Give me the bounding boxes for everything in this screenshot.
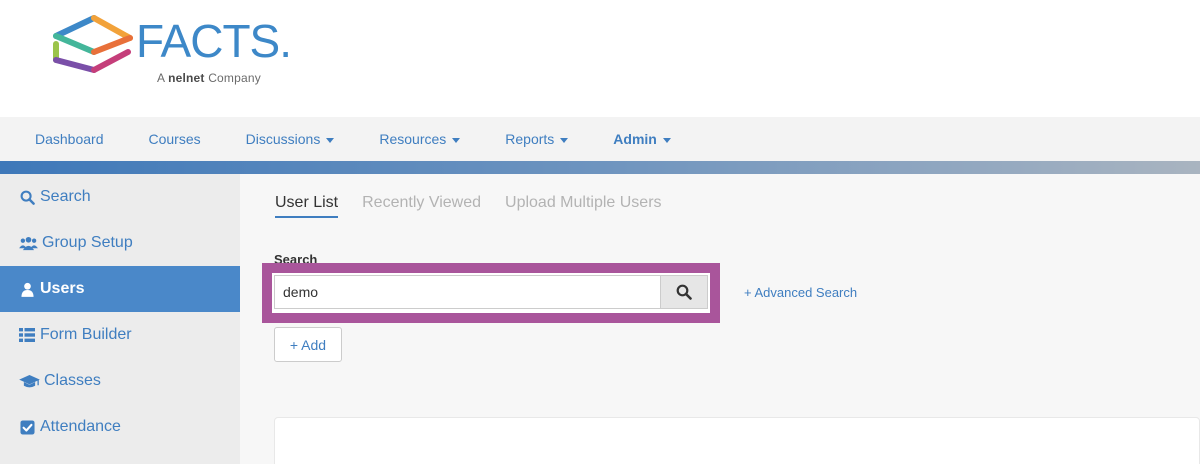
users-group-icon	[18, 235, 38, 251]
logo-tagline: A nelnet Company	[157, 71, 261, 85]
list-icon	[18, 327, 36, 343]
sidebar-item-form-builder[interactable]: Form Builder	[0, 312, 240, 358]
sidebar-item-search[interactable]: Search	[0, 174, 240, 220]
sidebar-item-label: Users	[40, 280, 85, 297]
chevron-down-icon	[662, 137, 671, 143]
sidebar-item-label: Classes	[44, 372, 101, 389]
sidebar: Search Group Setup Users Form Builder Cl…	[0, 174, 240, 464]
sidebar-item-label: Search	[40, 188, 91, 205]
sidebar-item-label: Form Builder	[40, 326, 132, 343]
sidebar-item-attendance[interactable]: Attendance	[0, 404, 240, 450]
search-input[interactable]	[274, 275, 660, 309]
search-icon	[18, 189, 36, 205]
sidebar-item-classes[interactable]: Classes	[0, 358, 240, 404]
search-highlight-box	[262, 263, 720, 323]
user-tabs: User List Recently Viewed Upload Multipl…	[275, 194, 686, 218]
graduation-cap-icon	[18, 373, 40, 389]
tab-upload-multiple-users[interactable]: Upload Multiple Users	[505, 194, 662, 218]
advanced-search-link[interactable]: + Advanced Search	[744, 285, 857, 300]
search-button[interactable]	[660, 275, 708, 309]
tab-recently-viewed[interactable]: Recently Viewed	[362, 194, 481, 218]
tab-user-list[interactable]: User List	[275, 194, 339, 218]
main-content: User List Recently Viewed Upload Multipl…	[240, 174, 1200, 464]
checkbox-icon	[18, 419, 36, 435]
sidebar-item-group-setup[interactable]: Group Setup	[0, 220, 240, 266]
nav-reports[interactable]: Reports	[505, 131, 569, 147]
nav-resources[interactable]: Resources	[379, 131, 461, 147]
nav-dashboard[interactable]: Dashboard	[35, 131, 104, 147]
header: FACTS. A nelnet Company	[0, 0, 1200, 117]
chevron-down-icon	[452, 137, 461, 143]
add-user-button[interactable]: + Add	[274, 327, 342, 362]
sidebar-item-label: Group Setup	[42, 234, 133, 251]
facts-logo-icon	[53, 15, 133, 73]
sidebar-item-users[interactable]: Users	[0, 266, 240, 312]
chevron-down-icon	[326, 137, 335, 143]
chevron-down-icon	[560, 137, 569, 143]
results-panel	[274, 417, 1200, 464]
nav-courses[interactable]: Courses	[149, 131, 201, 147]
logo-wordmark: FACTS.	[136, 15, 292, 67]
sidebar-item-label: Attendance	[40, 418, 121, 435]
search-icon	[676, 284, 692, 300]
header-gradient-divider	[0, 161, 1200, 174]
top-navigation: Dashboard Courses Discussions Resources …	[0, 117, 1200, 161]
user-icon	[18, 281, 36, 297]
nav-admin[interactable]: Admin	[613, 131, 671, 147]
nav-discussions[interactable]: Discussions	[246, 131, 335, 147]
